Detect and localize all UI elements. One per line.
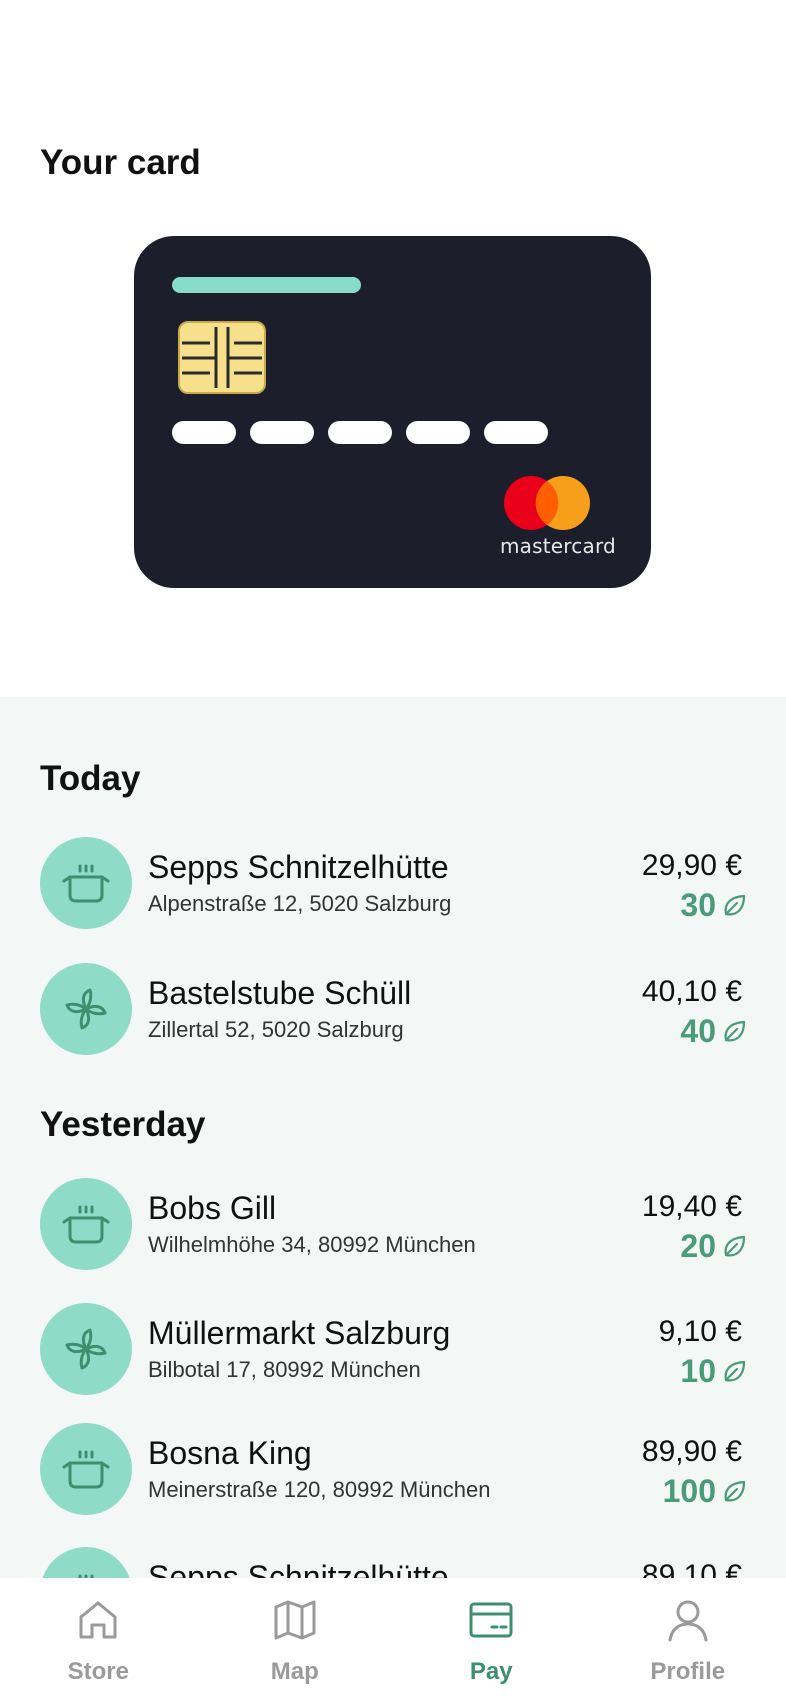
bottom-tab-bar: Store Map Pay Profile xyxy=(0,1578,786,1704)
map-icon xyxy=(274,1600,316,1640)
points-value: 100 xyxy=(662,1473,716,1509)
points-value: 20 xyxy=(680,1228,716,1264)
transaction-row[interactable]: Bastelstube Schüll Zillertal 52, 5020 Sal… xyxy=(0,963,786,1057)
merchant-name: Bastelstube Schüll xyxy=(148,975,412,1011)
home-icon xyxy=(79,1601,117,1639)
page-title: Your card xyxy=(40,143,201,182)
transaction-row[interactable]: Sepps Schnitzelhütte Alpenstraße 12, 5020… xyxy=(0,837,786,931)
payment-card[interactable]: mastercard xyxy=(134,236,651,588)
tab-label: Profile xyxy=(650,1658,726,1685)
merchant-address: Alpenstraße 12, 5020 Salzburg xyxy=(148,891,452,916)
card-number-placeholder xyxy=(172,421,548,444)
group-title: Yesterday xyxy=(40,1105,206,1144)
merchant-address: Zillertal 52, 5020 Salzburg xyxy=(148,1017,404,1042)
transaction-amount: 29,90 € xyxy=(641,849,742,882)
leaf-icon xyxy=(724,894,746,915)
points-value: 10 xyxy=(680,1353,716,1389)
card-brand: mastercard xyxy=(500,534,616,558)
transaction-amount: 19,40 € xyxy=(641,1190,742,1223)
merchant-name: Sepps Schnitzelhütte xyxy=(148,1559,449,1578)
leaf-icon xyxy=(724,1480,746,1501)
transaction-amount: 40,10 € xyxy=(641,975,742,1008)
pot-icon xyxy=(40,1423,132,1515)
tab-label: Pay xyxy=(469,1658,513,1685)
transaction-row[interactable]: Bobs Gill Wilhelmhöhe 34, 80992 München 19… xyxy=(0,1178,786,1272)
transaction-list[interactable]: Today Sepps Schnitzelhütte Alpenstraße 12,… xyxy=(0,697,786,1578)
user-icon xyxy=(668,1600,708,1642)
pot-icon xyxy=(40,1178,132,1270)
points-badge: 20 xyxy=(680,1228,748,1265)
tab-profile[interactable]: Profile xyxy=(590,1578,786,1704)
leaf-icon xyxy=(724,1360,746,1381)
merchant-address: Wilhelmhöhe 34, 80992 München xyxy=(148,1232,476,1257)
pot-icon xyxy=(40,1547,132,1578)
pot-icon xyxy=(40,837,132,929)
points-badge: 100 xyxy=(663,1473,748,1510)
transaction-amount: 89,10 € xyxy=(641,1559,742,1578)
group-title: Today xyxy=(40,759,141,798)
points-value: 30 xyxy=(680,887,716,923)
points-value: 40 xyxy=(680,1013,716,1049)
tab-store[interactable]: Store xyxy=(0,1578,197,1704)
pinwheel-icon xyxy=(40,1303,132,1395)
merchant-name: Sepps Schnitzelhütte xyxy=(148,849,449,885)
merchant-name: Bosna King xyxy=(148,1435,312,1471)
mastercard-logo xyxy=(504,476,590,530)
merchant-address: Bilbotal 17, 80992 München xyxy=(148,1357,421,1382)
tab-pay[interactable]: Pay xyxy=(393,1578,590,1704)
chip-icon xyxy=(178,321,266,394)
points-badge: 10 xyxy=(680,1353,748,1390)
leaf-icon xyxy=(724,1020,746,1041)
tab-label: Map xyxy=(270,1658,319,1685)
leaf-icon xyxy=(724,1235,746,1256)
points-badge: 40 xyxy=(680,1013,748,1050)
transaction-row[interactable]: Bosna King Meinerstraße 120, 80992 Münche… xyxy=(0,1423,786,1517)
tab-label: Store xyxy=(67,1658,129,1685)
tab-map[interactable]: Map xyxy=(197,1578,394,1704)
merchant-address: Meinerstraße 120, 80992 München xyxy=(148,1477,491,1502)
card-section: Your card mastercard xyxy=(0,0,786,697)
points-badge: 30 xyxy=(680,887,748,924)
merchant-name: Bobs Gill xyxy=(148,1190,277,1226)
transaction-amount: 89,90 € xyxy=(641,1435,742,1468)
transaction-row[interactable]: Müllermarkt Salzburg Bilbotal 17, 80992 M… xyxy=(0,1303,786,1397)
card-stripe xyxy=(172,277,361,293)
transaction-row[interactable]: Sepps Schnitzelhütte 89,10 € xyxy=(0,1547,786,1578)
transaction-amount: 9,10 € xyxy=(658,1315,742,1348)
card-icon xyxy=(469,1602,513,1638)
pinwheel-icon xyxy=(40,963,132,1055)
merchant-name: Müllermarkt Salzburg xyxy=(148,1315,451,1351)
